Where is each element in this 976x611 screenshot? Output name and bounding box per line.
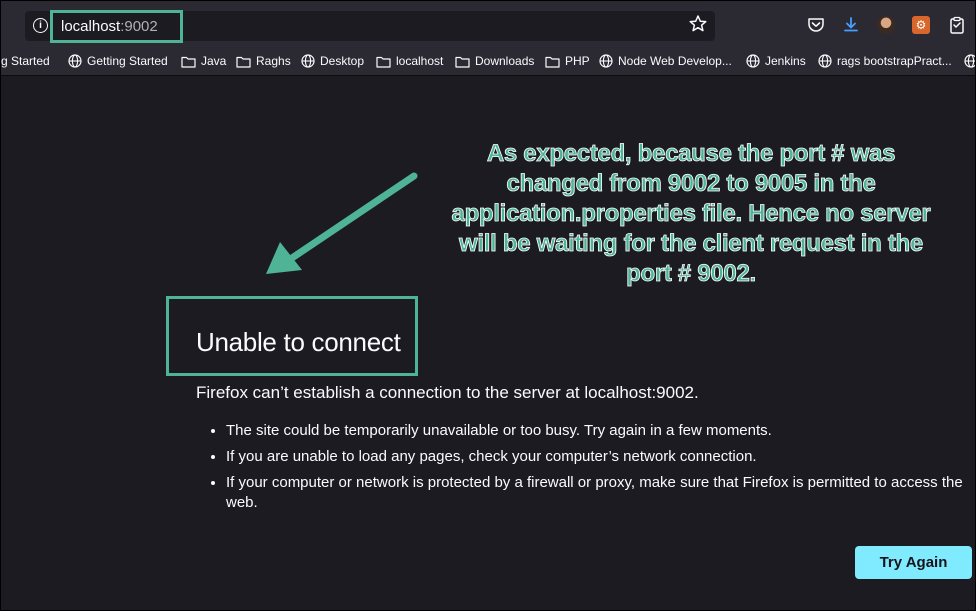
- globe-icon: [301, 54, 315, 68]
- bookmark-item[interactable]: [964, 52, 975, 70]
- suggestion-item: The site could be temporarily unavailabl…: [226, 421, 966, 441]
- folder-icon: [181, 56, 196, 68]
- suggestion-item: If you are unable to load any pages, che…: [226, 447, 966, 467]
- globe-icon: [746, 54, 760, 68]
- bookmark-item[interactable]: Raghs: [236, 52, 291, 70]
- globe-icon: [599, 54, 613, 68]
- bookmark-label: rags bootstrapPract...: [837, 54, 952, 68]
- bookmark-label: g Started: [1, 54, 50, 68]
- bookmark-label: localhost: [396, 54, 444, 68]
- bookmark-label: Jenkins: [765, 54, 806, 68]
- navigation-toolbar: i localhost:9002 ⚙: [1, 1, 975, 47]
- bookmarks-toolbar: g Started Getting Started Java Raghs Des…: [1, 47, 975, 76]
- bookmark-item[interactable]: g Started: [1, 52, 50, 70]
- avatar[interactable]: [877, 16, 895, 34]
- error-suggestions: The site could be temporarily unavailabl…: [206, 421, 966, 519]
- bookmark-label: Node Web Develop...: [618, 54, 732, 68]
- bookmark-item[interactable]: PHP: [545, 52, 590, 70]
- info-icon[interactable]: i: [33, 18, 48, 33]
- bookmark-item[interactable]: localhost: [376, 52, 443, 70]
- suggestion-item: If your computer or network is protected…: [226, 473, 966, 513]
- annotation-arrow: [266, 172, 418, 274]
- pocket-icon[interactable]: [806, 15, 826, 35]
- bookmark-item[interactable]: Getting Started: [68, 52, 168, 70]
- folder-icon: [455, 56, 470, 68]
- globe-icon: [68, 54, 82, 68]
- extension-icon[interactable]: ⚙: [912, 16, 930, 34]
- folder-icon: [545, 56, 560, 68]
- annotation-callout: As expected, because the port # was chan…: [451, 140, 931, 288]
- browser-window: i localhost:9002 ⚙ g Started Getting Sta…: [0, 0, 976, 611]
- download-icon[interactable]: [841, 15, 861, 35]
- bookmark-item[interactable]: Java: [181, 52, 226, 70]
- url-port: :9002: [120, 18, 158, 35]
- bookmark-item[interactable]: Downloads: [455, 52, 534, 70]
- error-description: Firefox can’t establish a connection to …: [196, 383, 699, 402]
- url-text[interactable]: localhost:9002: [61, 18, 158, 35]
- try-again-button[interactable]: Try Again: [855, 546, 972, 579]
- globe-icon: [818, 54, 832, 68]
- bookmark-label: Getting Started: [87, 54, 168, 68]
- bookmark-label: PHP: [565, 54, 590, 68]
- bookmark-label: Desktop: [320, 54, 365, 68]
- bookmark-item[interactable]: rags bootstrapPract...: [818, 52, 952, 70]
- bookmark-item[interactable]: Desktop: [301, 52, 364, 70]
- bookmark-label: Java: [201, 54, 227, 68]
- folder-icon: [376, 56, 391, 68]
- bookmark-label: Downloads: [475, 54, 535, 68]
- globe-icon: [964, 54, 975, 68]
- bookmark-item[interactable]: Jenkins: [746, 52, 806, 70]
- folder-icon: [236, 56, 251, 68]
- bookmark-label: Raghs: [256, 54, 291, 68]
- page-title: Unable to connect: [196, 327, 401, 357]
- bookmark-item[interactable]: Node Web Develop...: [599, 52, 732, 70]
- star-icon[interactable]: [688, 14, 708, 34]
- clipboard-icon[interactable]: [947, 15, 967, 35]
- url-host: localhost: [61, 18, 121, 35]
